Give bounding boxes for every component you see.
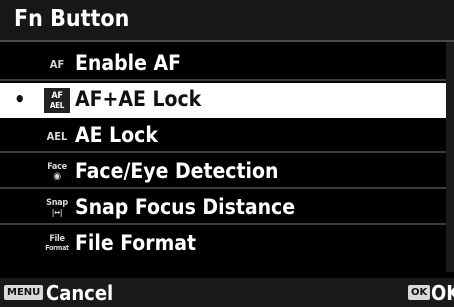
menu-item-label: AF+AE Lock xyxy=(75,87,202,111)
menu-item-face-eye-detection[interactable]: Face ◉ Face/Eye Detection xyxy=(0,155,446,189)
ael-icon: AEL xyxy=(46,129,68,143)
footer-bar: MENU Cancel OK OK xyxy=(0,278,454,307)
snap-focus-icon-bottom: |↔| xyxy=(51,208,63,217)
ok-key-icon: OK xyxy=(408,285,431,300)
menu-item-label: AE Lock xyxy=(75,123,158,147)
ok-button[interactable]: OK xyxy=(431,281,454,305)
title-bar: Fn Button xyxy=(0,0,454,42)
selected-bullet: • xyxy=(14,87,26,111)
menu-item-file-format[interactable]: File Format File Format xyxy=(0,227,446,261)
af-ael-icon-top: AF xyxy=(51,90,63,101)
snap-focus-icon-top: Snap xyxy=(46,198,68,208)
menu-item-ae-lock[interactable]: AEL AE Lock xyxy=(0,119,446,153)
menu-item-label: Face/Eye Detection xyxy=(75,159,279,183)
file-format-icon-bottom: Format xyxy=(45,244,69,252)
menu-item-enable-af[interactable]: AF Enable AF xyxy=(0,47,446,81)
scrollbar[interactable] xyxy=(446,42,454,272)
menu-item-label: Snap Focus Distance xyxy=(75,195,296,219)
menu-key-icon: MENU xyxy=(4,285,44,300)
file-format-icon-top: File xyxy=(49,234,65,244)
page-title: Fn Button xyxy=(14,6,130,32)
file-format-icon: File Format xyxy=(44,233,70,255)
camera-menu-screen: Fn Button AF Enable AF • AF AEL AF+AE Lo… xyxy=(0,0,454,307)
face-eye-icon: Face ◉ xyxy=(44,161,70,183)
menu-item-label: Enable AF xyxy=(75,51,182,75)
cancel-button[interactable]: Cancel xyxy=(46,281,113,305)
af-ael-icon: AF AEL xyxy=(44,88,70,113)
af-icon: AF xyxy=(49,57,65,71)
face-eye-icon-bottom: ◉ xyxy=(53,171,61,182)
menu-item-af-ae-lock[interactable]: • AF AEL AF+AE Lock xyxy=(0,83,446,118)
menu-item-label: File Format xyxy=(75,231,197,255)
snap-focus-icon: Snap |↔| xyxy=(44,197,70,219)
af-ael-icon-bottom: AEL xyxy=(49,100,65,110)
menu-item-snap-focus-distance[interactable]: Snap |↔| Snap Focus Distance xyxy=(0,191,446,225)
